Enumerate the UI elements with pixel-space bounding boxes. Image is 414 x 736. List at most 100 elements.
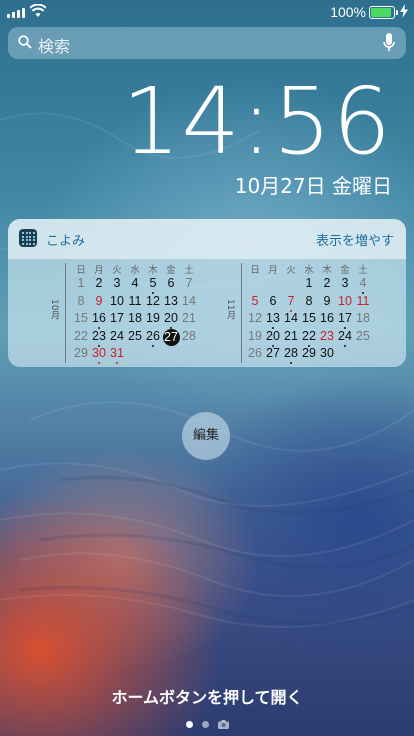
month-divider (241, 263, 242, 363)
calendar-day[interactable]: 9 (90, 294, 108, 308)
calendar-day[interactable]: 4 (354, 276, 372, 294)
calendar-day[interactable]: 22 (300, 329, 318, 347)
calendar-day[interactable]: 25 (126, 329, 144, 343)
weekday-label: 日 (76, 265, 86, 276)
month-label: 11月 (225, 299, 235, 320)
calendar-day[interactable]: 28 (282, 346, 300, 364)
weekday-label: 火 (286, 265, 296, 276)
calendar-day[interactable]: 20 (162, 311, 180, 329)
calendar-day[interactable]: 1 (300, 276, 318, 290)
calendar-day[interactable]: 21 (282, 329, 300, 343)
weekday-label: 月 (268, 265, 278, 276)
calendar-day[interactable]: 29 (300, 346, 318, 360)
page-indicator (186, 720, 229, 729)
show-more-button[interactable]: 表示を増やす (316, 230, 394, 249)
search-field[interactable]: 検索 (8, 27, 406, 59)
calendar-day[interactable]: 3 (108, 276, 126, 290)
search-icon (18, 35, 32, 49)
calendar-day[interactable]: 30 (318, 346, 336, 360)
calendar-day[interactable]: 20 (264, 329, 282, 347)
calendar-day[interactable]: 21 (180, 311, 198, 325)
calendar-day[interactable]: 15 (72, 311, 90, 325)
weekday-label: 金 (166, 265, 176, 276)
status-bar: 100% (0, 0, 414, 24)
calendar-day[interactable]: 13 (162, 294, 180, 308)
calendar-day[interactable]: 4 (126, 276, 144, 290)
calendar-day[interactable]: 19 (246, 329, 264, 343)
weekday-label: 土 (358, 265, 368, 276)
koyomi-widget[interactable]: こよみ 表示を増やす 10月日月火水木金土 1 2 3 4 5 6 7 8 9 10 11 12 13 14… (8, 219, 406, 367)
month-label: 10月 (49, 299, 59, 320)
microphone-icon[interactable] (383, 33, 395, 53)
lock-time: 14:56 (121, 68, 392, 175)
calendar-day[interactable]: 17 (108, 311, 126, 325)
calendar-day[interactable]: 25 (354, 329, 372, 343)
calendar-day[interactable]: 7 (180, 276, 198, 290)
calendar-day[interactable]: 8 (300, 294, 318, 308)
calendar-day[interactable]: 17 (336, 311, 354, 329)
calendar-day[interactable]: 6 (264, 294, 282, 308)
calendar-day[interactable]: 23 (318, 329, 336, 343)
calendar-day[interactable]: 8 (72, 294, 90, 308)
calendar-day[interactable]: 10 (336, 294, 354, 308)
edit-button[interactable]: 編集 (182, 412, 230, 460)
calendar-day[interactable]: 19 (144, 311, 162, 325)
calendar-day[interactable]: 18 (126, 311, 144, 325)
weekday-label: 火 (112, 265, 122, 276)
calendar-day[interactable]: 18 (354, 311, 372, 325)
calendar-day[interactable]: 6 (162, 276, 180, 290)
calendar-day[interactable]: 12 (144, 294, 162, 308)
calendar-day[interactable]: 29 (72, 346, 90, 360)
calendar-day[interactable]: 14 (282, 311, 300, 325)
calendar-day[interactable]: 5 (246, 294, 264, 308)
calendar-day[interactable]: 10 (108, 294, 126, 308)
calendar-day-today[interactable]: 27 (162, 328, 180, 346)
calendar-day[interactable]: 23 (90, 329, 108, 347)
calendar-day[interactable]: 28 (180, 329, 198, 343)
weekday-label: 水 (130, 265, 140, 276)
search-placeholder: 検索 (38, 37, 71, 56)
calendar-day[interactable]: 31 (108, 346, 126, 364)
calendar-day[interactable]: 22 (72, 329, 90, 343)
month-divider (65, 263, 66, 363)
widget-body: 10月日月火水木金土 1 2 3 4 5 6 7 8 9 10 11 12 13 14 15 16 17 18 19 2… (8, 259, 406, 367)
calendar-day[interactable]: 3 (336, 276, 354, 290)
calendar-day[interactable]: 15 (300, 311, 318, 325)
weekday-label: 木 (322, 265, 332, 276)
page-dot (202, 721, 209, 728)
weekday-label: 木 (148, 265, 158, 276)
calendar-day[interactable]: 14 (180, 294, 198, 308)
calendar-day[interactable]: 30 (90, 346, 108, 364)
calendar-day[interactable]: 1 (72, 276, 90, 290)
battery-icon (369, 6, 398, 19)
calendar-day[interactable]: 16 (90, 311, 108, 329)
calendar-day[interactable]: 5 (144, 276, 162, 294)
koyomi-app-icon (19, 229, 37, 247)
calendar-day[interactable]: 12 (246, 311, 264, 325)
calendar-day[interactable]: 11 (354, 294, 372, 308)
wifi-icon (30, 4, 46, 17)
calendar-day[interactable]: 2 (318, 276, 336, 290)
widget-header: こよみ 表示を増やす (8, 219, 406, 259)
calendar-day[interactable]: 26 (246, 346, 264, 360)
calendar-day[interactable]: 7 (282, 294, 300, 312)
weekday-label: 月 (94, 265, 104, 276)
camera-icon (218, 720, 229, 729)
calendar-day[interactable]: 24 (336, 329, 354, 347)
calendar-day[interactable]: 27 (264, 346, 282, 360)
calendar-day[interactable]: 9 (318, 294, 336, 308)
lock-date: 10月27日 金曜日 (234, 174, 392, 198)
calendar-day[interactable]: 16 (318, 311, 336, 325)
calendar-day[interactable]: 24 (108, 329, 126, 343)
weekday-label: 土 (184, 265, 194, 276)
calendar-day[interactable]: 2 (90, 276, 108, 290)
cellular-signal-icon (7, 8, 25, 18)
calendar-day[interactable]: 13 (264, 311, 282, 329)
widget-app-name: こよみ (46, 234, 86, 249)
calendar-day[interactable]: 26 (144, 329, 162, 347)
weekday-label: 水 (304, 265, 314, 276)
calendar-day[interactable]: 11 (126, 294, 144, 308)
charging-bolt-icon (400, 4, 408, 18)
weekday-label: 日 (250, 265, 260, 276)
battery-percentage: 100% (330, 4, 366, 20)
